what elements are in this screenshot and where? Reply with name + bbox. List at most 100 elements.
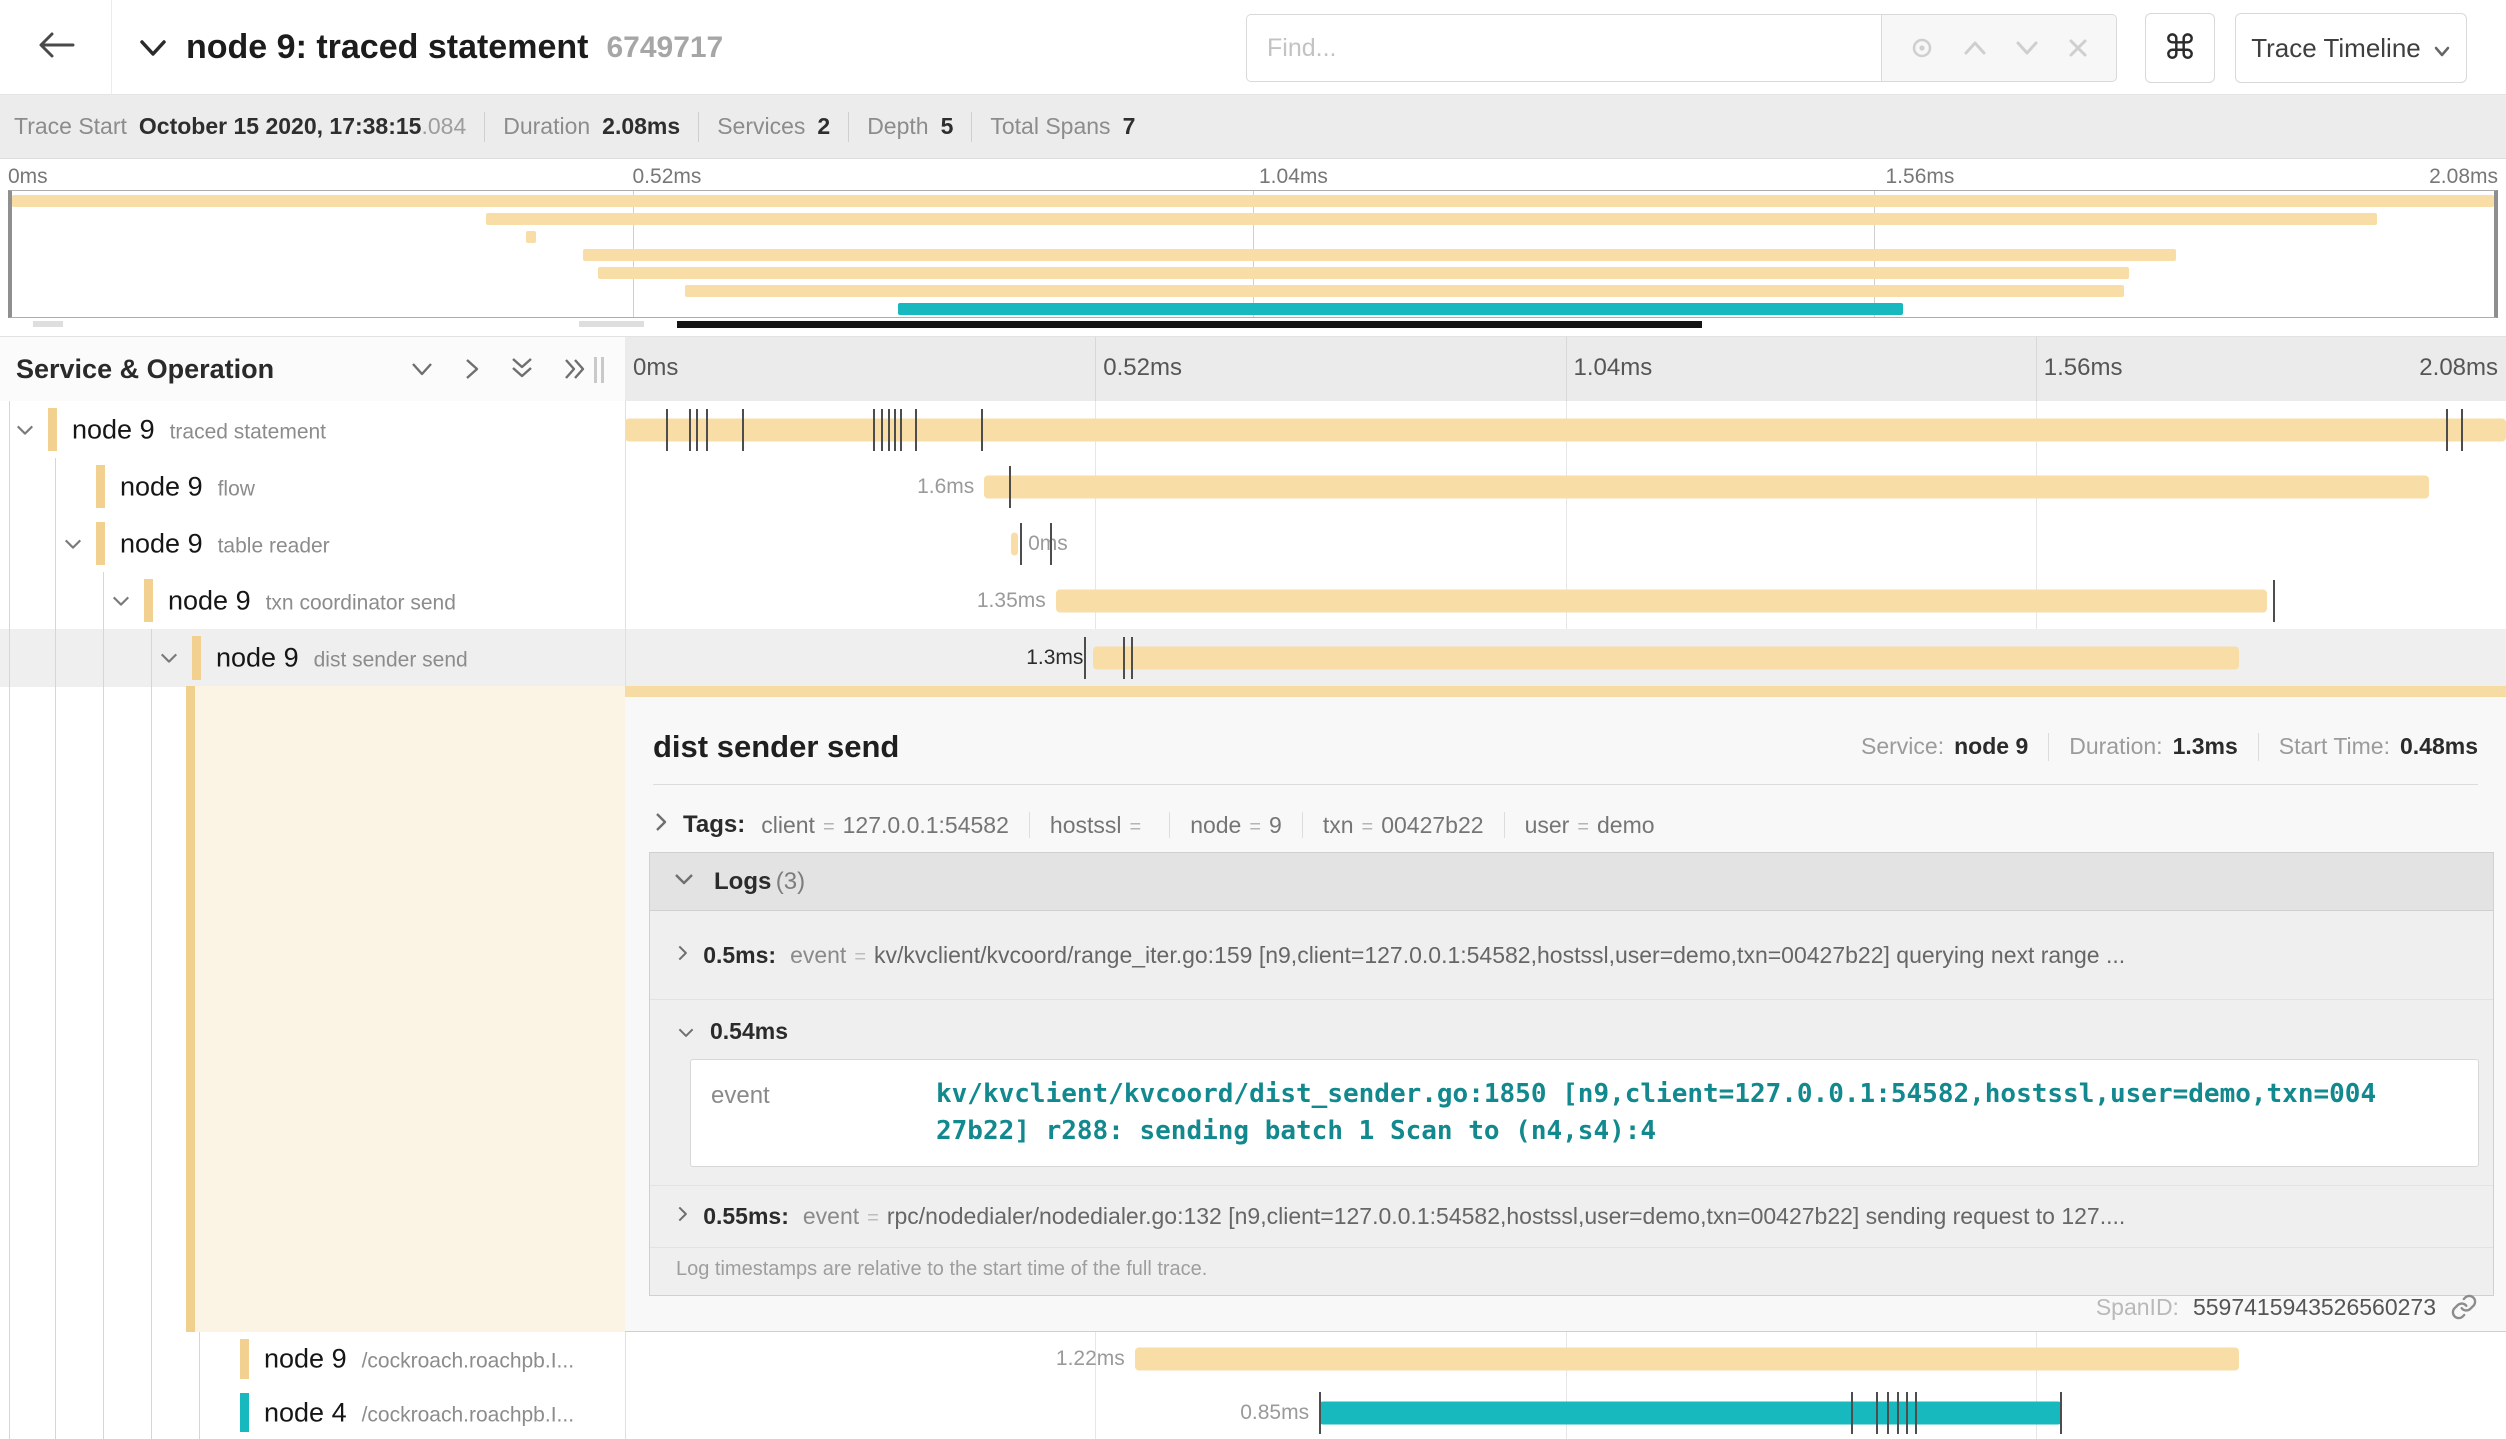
chevron-down-icon[interactable] bbox=[110, 593, 132, 608]
log-marker[interactable] bbox=[666, 409, 668, 451]
span-bar[interactable] bbox=[1011, 532, 1019, 555]
collapse-all-icon[interactable] bbox=[508, 356, 536, 382]
minimap-span-bar[interactable] bbox=[486, 213, 2377, 225]
span-bar[interactable] bbox=[625, 418, 2506, 441]
minimap-span-bar[interactable] bbox=[12, 195, 2494, 207]
deep-link-icon[interactable] bbox=[2450, 1293, 2478, 1321]
log-marker[interactable] bbox=[1851, 1392, 1853, 1434]
chevron-down-icon[interactable] bbox=[62, 536, 84, 551]
timeline-span-row[interactable]: 0.85ms bbox=[625, 1386, 2506, 1439]
log-marker[interactable] bbox=[1897, 1392, 1899, 1434]
trace-summary-item: Depth 5 bbox=[867, 113, 953, 140]
top-bar: node 9: traced statement 6749717 ⌘ Trace… bbox=[0, 0, 2506, 95]
timeline-span-row[interactable]: 1.3ms bbox=[625, 629, 2506, 687]
log-marker[interactable] bbox=[742, 409, 744, 451]
expand-all-icon[interactable] bbox=[562, 355, 588, 383]
timeline-span-row[interactable]: 1.35ms bbox=[625, 572, 2506, 629]
log-marker[interactable] bbox=[894, 409, 896, 451]
focus-match-icon[interactable] bbox=[1909, 35, 1935, 61]
tree-row[interactable]: node 9 dist sender send bbox=[0, 629, 625, 687]
tree-row[interactable]: node 9 traced statement bbox=[0, 401, 625, 458]
log-marker[interactable] bbox=[881, 409, 883, 451]
chevron-down-icon[interactable] bbox=[14, 422, 36, 437]
log-marker[interactable] bbox=[900, 409, 902, 451]
log-marker[interactable] bbox=[689, 409, 691, 451]
minimap-span-bar[interactable] bbox=[526, 231, 536, 243]
chevron-right-icon bbox=[653, 810, 669, 840]
log-marker[interactable] bbox=[1887, 1392, 1889, 1434]
log-marker[interactable] bbox=[1906, 1392, 1908, 1434]
tree-row[interactable]: node 9 flow bbox=[0, 458, 625, 515]
column-resizer-grip[interactable] bbox=[594, 357, 606, 383]
collapse-one-icon[interactable] bbox=[408, 359, 436, 379]
log-marker[interactable] bbox=[696, 409, 698, 451]
log-marker[interactable] bbox=[1050, 523, 1052, 565]
log-marker[interactable] bbox=[981, 409, 983, 451]
span-bar[interactable] bbox=[1056, 589, 2267, 612]
next-result-icon[interactable] bbox=[2014, 39, 2040, 57]
log-marker[interactable] bbox=[873, 409, 875, 451]
minimap-span-bar[interactable] bbox=[685, 285, 2125, 297]
log-marker[interactable] bbox=[1123, 637, 1125, 679]
minimap-span-bar[interactable] bbox=[598, 267, 2129, 279]
minimap-span-bar[interactable] bbox=[898, 303, 1903, 315]
timeline-span-row[interactable]: 1.6ms bbox=[625, 458, 2506, 515]
service-color-swatch bbox=[240, 1393, 249, 1432]
log-marker[interactable] bbox=[1084, 637, 1086, 679]
log-entry[interactable]: 0.55ms: event=rpc/nodedialer/nodedialer.… bbox=[650, 1186, 2493, 1248]
logs-header[interactable]: Logs (3) bbox=[650, 853, 2493, 911]
trace-view-dropdown[interactable]: Trace Timeline bbox=[2235, 13, 2467, 83]
timeline-span-row[interactable] bbox=[625, 401, 2506, 458]
separator bbox=[2258, 733, 2259, 761]
timeline-span-row[interactable]: 0ms bbox=[625, 515, 2506, 572]
span-bar[interactable] bbox=[1319, 1401, 2062, 1424]
log-marker[interactable] bbox=[1009, 466, 1011, 508]
log-marker[interactable] bbox=[706, 409, 708, 451]
collapse-trace-chevron-icon[interactable] bbox=[138, 38, 168, 58]
log-marker[interactable] bbox=[1876, 1392, 1878, 1434]
expand-one-icon[interactable] bbox=[462, 355, 482, 383]
find-input[interactable] bbox=[1246, 14, 1881, 82]
log-marker[interactable] bbox=[1319, 1392, 1321, 1434]
span-bar[interactable] bbox=[984, 475, 2429, 498]
span-bar[interactable] bbox=[1135, 1348, 2239, 1371]
minimap-scrollbar[interactable] bbox=[0, 320, 2506, 328]
tree-row[interactable]: node 9 txn coordinator send bbox=[0, 572, 625, 629]
clear-search-icon[interactable] bbox=[2067, 37, 2089, 59]
log-entry[interactable]: 0.5ms: event=kv/kvclient/kvcoord/range_i… bbox=[650, 911, 2493, 1000]
log-entry-header[interactable]: 0.54ms bbox=[676, 1018, 2479, 1045]
chevron-down-icon[interactable] bbox=[158, 651, 180, 666]
prev-result-icon[interactable] bbox=[1962, 39, 1988, 57]
scrub-handle[interactable] bbox=[33, 321, 63, 327]
log-entry-expanded: 0.54ms event kv/kvclient/kvcoord/dist_se… bbox=[650, 1000, 2493, 1186]
log-marker[interactable] bbox=[1020, 523, 1022, 565]
operation-name: /cockroach.roachpb.I... bbox=[362, 1350, 574, 1374]
log-marker[interactable] bbox=[888, 409, 890, 451]
span-bar[interactable] bbox=[1093, 647, 2239, 670]
trace-summary-item: Trace Start October 15 2020, 17:38:15.08… bbox=[14, 113, 466, 140]
log-marker[interactable] bbox=[1915, 1392, 1917, 1434]
scroll-thumb[interactable] bbox=[677, 321, 1702, 328]
operation-name: flow bbox=[218, 477, 255, 501]
log-marker[interactable] bbox=[2461, 409, 2463, 451]
tree-row[interactable]: node 9 /cockroach.roachpb.I... bbox=[0, 1332, 625, 1386]
minimap-span-bar[interactable] bbox=[583, 249, 2176, 261]
timeline-span-row[interactable]: 1.22ms bbox=[625, 1332, 2506, 1386]
tags-accordion[interactable]: Tags: client=127.0.0.1:54582hostssl=node… bbox=[653, 797, 2478, 853]
log-marker[interactable] bbox=[2446, 409, 2448, 451]
separator bbox=[1169, 812, 1170, 838]
log-marker[interactable] bbox=[2060, 1392, 2062, 1434]
log-marker[interactable] bbox=[2273, 580, 2275, 622]
span-detail-panel: dist sender send Service:node 9Duration:… bbox=[625, 697, 2506, 1332]
log-marker[interactable] bbox=[915, 409, 917, 451]
tree-row[interactable]: node 9 table reader bbox=[0, 515, 625, 572]
tree-row[interactable]: node 4 /cockroach.roachpb.I... bbox=[0, 1386, 625, 1439]
scrub-handle[interactable] bbox=[579, 321, 644, 327]
service-operation-title: Service & Operation bbox=[16, 354, 274, 385]
chevron-down-icon bbox=[672, 871, 696, 892]
keyboard-shortcuts-button[interactable]: ⌘ bbox=[2145, 13, 2215, 83]
separator bbox=[848, 112, 849, 142]
log-marker[interactable] bbox=[1131, 637, 1133, 679]
back-button[interactable] bbox=[0, 0, 112, 95]
minimap-canvas[interactable] bbox=[8, 190, 2498, 318]
